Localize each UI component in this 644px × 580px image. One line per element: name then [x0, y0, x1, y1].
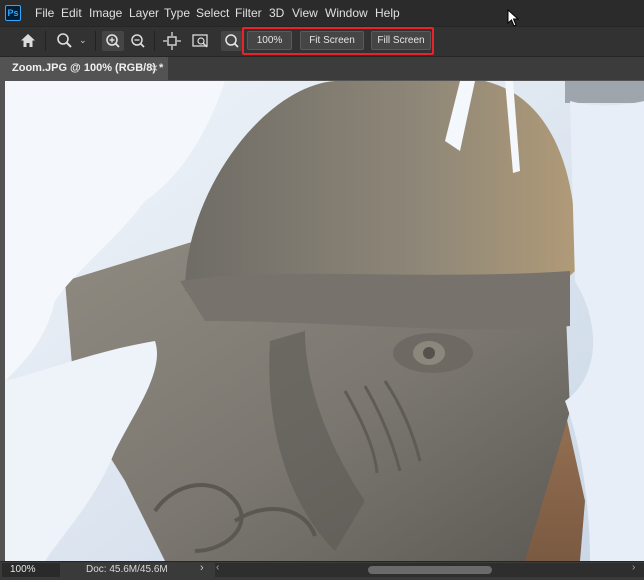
menu-image[interactable]: Image	[89, 6, 122, 20]
menu-view[interactable]: View	[292, 6, 318, 20]
mouse-cursor-icon	[507, 8, 520, 32]
chevron-down-icon[interactable]: ⌄	[79, 35, 87, 46]
menu-edit[interactable]: Edit	[61, 6, 82, 20]
menu-help[interactable]: Help	[375, 6, 400, 20]
scroll-right-icon[interactable]: ›	[632, 562, 635, 573]
scroll-left-icon[interactable]: ‹	[216, 562, 219, 573]
zoom-all-windows-icon[interactable]	[190, 31, 212, 51]
zoom-icon[interactable]	[54, 31, 76, 51]
options-divider	[154, 31, 155, 51]
menu-type[interactable]: Type	[164, 6, 190, 20]
menu-3d[interactable]: 3D	[269, 6, 284, 20]
options-divider	[95, 31, 96, 51]
annotation-highlight-box	[242, 27, 434, 55]
helmet-brim	[180, 271, 570, 330]
zoom-level-field[interactable]: 100%	[2, 563, 60, 577]
statue-pupil	[423, 347, 435, 359]
menu-window[interactable]: Window	[325, 6, 368, 20]
menu-select[interactable]: Select	[196, 6, 229, 20]
document-size-info: Doc: 45.6M/45.6M	[86, 564, 168, 575]
scrollbar-thumb[interactable]	[368, 566, 492, 574]
zoom-in-icon[interactable]	[102, 31, 124, 51]
zoom-out-icon[interactable]	[127, 31, 149, 51]
menu-file[interactable]: File	[35, 6, 54, 20]
document-canvas[interactable]	[5, 81, 644, 561]
menu-layer[interactable]: Layer	[129, 6, 159, 20]
chevron-right-icon[interactable]: ›	[200, 562, 204, 574]
photoshop-logo: Ps	[5, 5, 21, 21]
options-divider	[45, 31, 46, 51]
document-tab-label: Zoom.JPG @ 100% (RGB/8) *	[12, 62, 164, 74]
resize-windows-icon[interactable]	[161, 31, 183, 51]
canvas-image	[5, 81, 644, 561]
menu-filter[interactable]: Filter	[235, 6, 262, 20]
close-icon[interactable]: ×	[151, 61, 158, 75]
scrubby-zoom-icon[interactable]	[221, 31, 243, 51]
home-icon[interactable]	[17, 31, 39, 51]
background-ground	[565, 81, 644, 103]
